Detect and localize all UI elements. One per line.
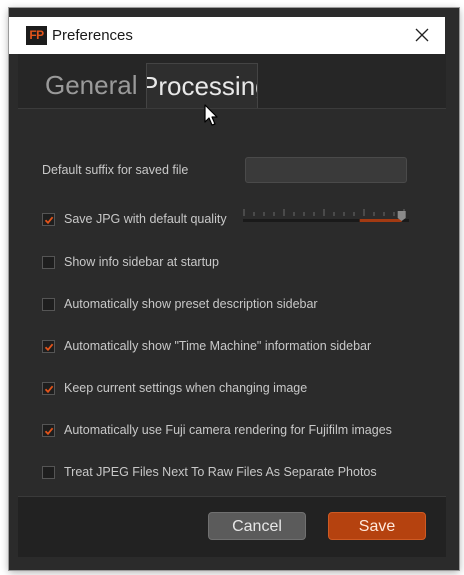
save-jpg-label: Save JPG with default quality [64,212,227,226]
title-bar: FP Preferences [9,17,445,54]
time-machine-label: Automatically show "Time Machine" inform… [64,339,372,353]
save-jpg-checkbox[interactable] [42,213,55,226]
save-button[interactable]: Save [328,512,426,540]
tab-general[interactable]: General [45,63,143,107]
checkmark-icon [44,216,54,225]
jpeg-separate-checkbox[interactable] [42,466,55,479]
close-button[interactable] [407,22,437,48]
tab-processing[interactable]: Processing [146,63,258,108]
time-machine-checkbox[interactable] [42,340,55,353]
jpeg-separate-label: Treat JPEG Files Next To Raw Files As Se… [64,465,377,479]
quality-slider[interactable] [243,207,409,225]
slider-fill [359,219,402,222]
close-icon [415,28,429,42]
tab-bar: General Processing [18,54,446,109]
app-logo-icon: FP [26,26,47,45]
fuji-rendering-checkbox[interactable] [42,424,55,437]
preset-description-label: Automatically show preset description si… [64,297,318,311]
keep-settings-checkbox[interactable] [42,382,55,395]
info-sidebar-checkbox[interactable] [42,256,55,269]
checkmark-icon [44,385,54,394]
mouse-cursor-icon [204,104,218,126]
suffix-label: Default suffix for saved file [42,163,189,177]
cancel-button[interactable]: Cancel [208,512,306,540]
preset-description-checkbox[interactable] [42,298,55,311]
info-sidebar-label: Show info sidebar at startup [64,255,219,269]
window-title: Preferences [52,27,133,44]
fuji-rendering-label: Automatically use Fuji camera rendering … [64,423,392,437]
keep-settings-label: Keep current settings when changing imag… [64,381,308,395]
checkmark-icon [44,427,54,436]
checkmark-icon [44,343,54,352]
suffix-input[interactable] [245,157,407,183]
